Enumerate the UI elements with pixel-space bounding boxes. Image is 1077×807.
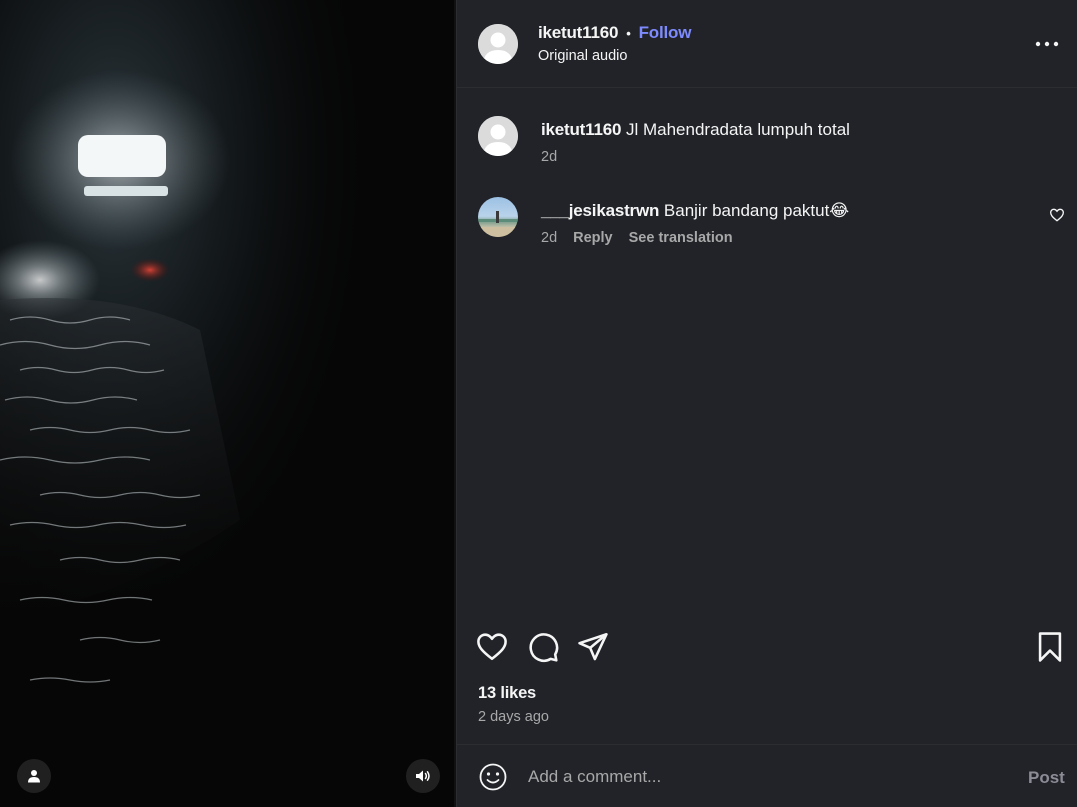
likes-count[interactable]: 13 likes [478,684,536,703]
speaker-icon [416,770,430,782]
default-avatar-icon [478,116,518,156]
header-user-line: iketut1160 • Follow [538,23,691,43]
comment-text-line: ___jesikastrwn Banjir bandang paktut😂 [541,201,849,221]
author-username[interactable]: iketut1160 [538,23,618,43]
more-options-icon[interactable] [1031,30,1063,58]
comment-username[interactable]: ___jesikastrwn [541,201,659,220]
comment-input[interactable] [528,761,988,793]
post-header: iketut1160 • Follow Original audio [457,0,1077,88]
post-details-panel: iketut1160 • Follow Original audio iketu… [456,0,1077,807]
emoji-smile-icon[interactable] [478,762,508,792]
post-button[interactable]: Post [1028,768,1065,788]
comment-heart-icon[interactable] [1049,207,1065,223]
commenter-avatar-image [478,211,518,237]
default-avatar-icon [478,24,518,64]
comment-composer: Post [457,744,1077,807]
caption-time[interactable]: 2d [541,149,557,165]
caption-avatar[interactable] [478,116,518,156]
caption-meta: 2d [541,149,557,165]
follow-button[interactable]: Follow [639,23,692,43]
comment-meta: 2d Reply See translation [541,230,733,246]
paper-plane-icon[interactable] [576,630,610,664]
video-frame [0,0,456,807]
person-icon [28,770,40,783]
see-translation-button[interactable]: See translation [629,230,733,246]
caption-username[interactable]: iketut1160 [541,120,621,139]
reply-button[interactable]: Reply [573,230,613,246]
heart-outline-icon[interactable] [475,630,509,664]
tagged-users-button[interactable] [17,759,51,793]
post-time[interactable]: 2 days ago [478,709,549,725]
action-bar [457,628,1077,668]
comment-text: Banjir bandang paktut😂 [663,201,850,220]
comment-bubble-icon[interactable] [526,630,560,664]
commenter-avatar[interactable] [478,197,518,237]
mute-button[interactable] [406,759,440,793]
comment-time[interactable]: 2d [541,230,557,246]
audio-link[interactable]: Original audio [538,48,627,64]
caption-text: Jl Mahendradata lumpuh total [625,120,850,139]
author-avatar[interactable] [478,24,518,64]
reel-video[interactable] [0,0,456,807]
caption-text-line: iketut1160 Jl Mahendradata lumpuh total [541,120,850,140]
bookmark-outline-icon[interactable] [1033,630,1067,664]
separator-dot: • [626,25,631,41]
